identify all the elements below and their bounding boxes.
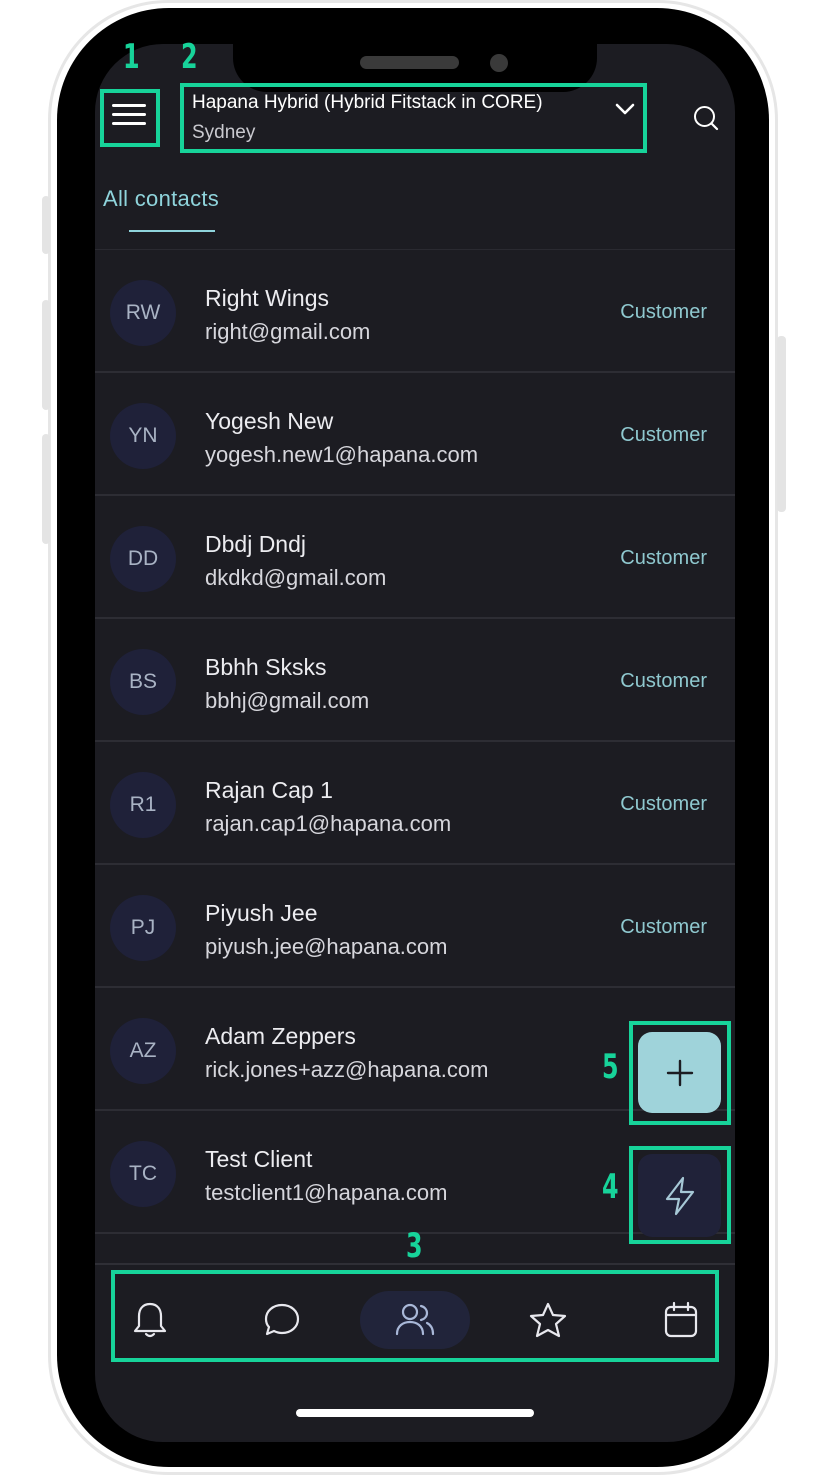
contact-name: Adam Zeppers xyxy=(205,1023,356,1049)
avatar: BS xyxy=(110,649,176,715)
home-indicator xyxy=(296,1409,534,1417)
contact-type-badge: Customer xyxy=(620,424,707,446)
contact-row[interactable]: RW Right Wings right@gmail.com Customer xyxy=(95,251,735,373)
contact-type-badge: Customer xyxy=(620,793,707,815)
avatar: YN xyxy=(110,403,176,469)
annotation-box-add xyxy=(629,1021,731,1125)
side-button-power xyxy=(777,336,786,512)
contact-name: Rajan Cap 1 xyxy=(205,777,333,803)
contact-name: Bbhh Sksks xyxy=(205,654,327,680)
annotation-box-bottom-nav xyxy=(111,1270,719,1362)
avatar: DD xyxy=(110,526,176,592)
annotation-label: 4 xyxy=(602,1167,619,1207)
contact-type-badge: Customer xyxy=(620,670,707,692)
contact-email: yogesh.new1@hapana.com xyxy=(205,442,479,467)
contact-name: Dbdj Dndj xyxy=(205,531,306,557)
contact-email: dkdkd@gmail.com xyxy=(205,565,387,590)
annotation-box-menu xyxy=(100,89,160,147)
contact-email: piyush.jee@hapana.com xyxy=(205,934,448,959)
contact-name: Test Client xyxy=(205,1146,313,1172)
annotation-label: 3 xyxy=(406,1226,423,1266)
contact-name: Right Wings xyxy=(205,285,329,311)
contact-email: rick.jones+azz@hapana.com xyxy=(205,1057,489,1082)
contact-type-badge: Customer xyxy=(620,301,707,323)
annotation-label: 1 xyxy=(123,37,140,77)
contact-type-badge: Customer xyxy=(620,547,707,569)
contact-row[interactable]: YN Yogesh New yogesh.new1@hapana.com Cus… xyxy=(95,374,735,496)
avatar: AZ xyxy=(110,1018,176,1084)
contact-email: bbhj@gmail.com xyxy=(205,688,370,713)
speaker-grille xyxy=(360,56,459,69)
front-camera xyxy=(490,54,508,72)
contact-name: Yogesh New xyxy=(205,408,334,434)
contact-type-badge: Customer xyxy=(620,916,707,938)
side-button-mute xyxy=(42,196,50,254)
avatar: RW xyxy=(110,280,176,346)
contact-email: rajan.cap1@hapana.com xyxy=(205,811,452,836)
active-tab-indicator xyxy=(129,230,215,232)
contact-row[interactable]: PJ Piyush Jee piyush.jee@hapana.com Cust… xyxy=(95,866,735,988)
annotation-label: 5 xyxy=(602,1047,619,1087)
contact-email: right@gmail.com xyxy=(205,319,371,344)
annotation-box-org-selector xyxy=(180,83,647,153)
contact-row[interactable]: BS Bbhh Sksks bbhj@gmail.com Customer xyxy=(95,620,735,742)
contact-row[interactable]: R1 Rajan Cap 1 rajan.cap1@hapana.com Cus… xyxy=(95,743,735,865)
avatar: PJ xyxy=(110,895,176,961)
annotation-label: 2 xyxy=(181,37,198,77)
contact-email: testclient1@hapana.com xyxy=(205,1180,448,1205)
avatar: TC xyxy=(110,1141,176,1207)
side-button-volume-down xyxy=(42,434,50,544)
search-icon[interactable] xyxy=(692,104,720,132)
side-button-volume-up xyxy=(42,300,50,410)
tab-all-contacts[interactable]: All contacts xyxy=(103,186,219,212)
divider xyxy=(95,249,735,250)
contact-row[interactable]: DD Dbdj Dndj dkdkd@gmail.com Customer xyxy=(95,497,735,619)
avatar: R1 xyxy=(110,772,176,838)
annotation-box-quick-action xyxy=(629,1146,731,1244)
contact-name: Piyush Jee xyxy=(205,900,318,926)
